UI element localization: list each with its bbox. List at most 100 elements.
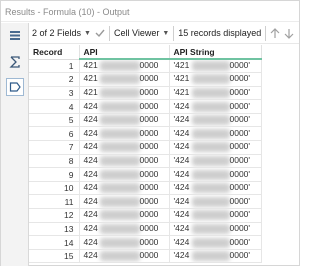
chevron-down-icon: ▼ (84, 29, 91, 37)
value-prefix: 424 (83, 154, 98, 165)
value-suffix: 0000' (229, 168, 251, 179)
record-cell[interactable]: 8 (29, 154, 80, 169)
api-string-cell[interactable]: '424 0000' (169, 140, 262, 155)
column-header-api[interactable]: API (79, 45, 170, 60)
cell-content: '424 0000' (174, 169, 257, 181)
cell-content: '421 0000' (174, 87, 257, 99)
value-prefix: '421 (173, 73, 190, 84)
value-prefix: 424 (83, 114, 98, 125)
record-cell[interactable]: 11 (29, 194, 80, 210)
api-cell[interactable]: 424 0000 (79, 126, 170, 142)
api-cell[interactable]: 421 0000 (79, 72, 170, 87)
api-string-cell[interactable]: '424 0000' (169, 99, 262, 114)
tag-shape-icon[interactable] (6, 78, 24, 96)
api-cell[interactable]: 424 0000 (79, 154, 170, 169)
value-prefix: '424 (173, 114, 190, 125)
api-cell[interactable]: 424 0000 (79, 167, 170, 182)
api-cell[interactable]: 424 0000 (79, 140, 170, 155)
api-string-cell[interactable]: '421 0000' (169, 72, 262, 87)
value-prefix: '424 (173, 236, 190, 247)
api-string-cell[interactable]: '421 0000' (169, 86, 262, 101)
checkmark-icon (95, 29, 105, 38)
api-cell[interactable]: 424 0000 (79, 181, 170, 196)
value-prefix: '424 (173, 127, 190, 138)
table-row[interactable]: 13 424 0000 '424 0000' (29, 222, 262, 237)
value-suffix: 0000' (229, 222, 251, 233)
redacted-blur (191, 237, 230, 248)
scroll-up-button[interactable] (270, 27, 280, 39)
value-suffix: 0000 (139, 127, 159, 138)
apply-check-button[interactable] (95, 28, 105, 38)
api-string-cell[interactable]: '424 0000' (169, 194, 262, 210)
record-cell[interactable]: 2 (29, 72, 80, 87)
record-cell[interactable]: 13 (29, 222, 80, 237)
record-cell[interactable]: 7 (29, 140, 80, 155)
value-suffix: 0000 (139, 100, 159, 111)
api-string-cell[interactable]: '424 0000' (169, 208, 262, 223)
value-suffix: 0000' (229, 209, 251, 220)
cell-content: 421 0000 (84, 60, 165, 72)
api-string-cell[interactable]: '424 0000' (169, 154, 262, 169)
api-cell[interactable]: 421 0000 (79, 86, 170, 101)
record-cell[interactable]: 3 (29, 86, 80, 101)
record-cell[interactable]: 4 (29, 99, 80, 114)
table-row[interactable]: 8 424 0000 '424 0000' (29, 154, 262, 169)
table-row[interactable]: 9 424 0000 '424 0000' (29, 167, 262, 182)
record-cell[interactable]: 5 (29, 113, 80, 128)
api-cell[interactable]: 424 0000 (79, 222, 170, 237)
api-string-cell[interactable]: '424 0000' (169, 126, 262, 142)
api-string-cell[interactable]: '424 0000' (169, 235, 262, 250)
table-view-icon[interactable] (6, 27, 24, 45)
redacted-blur (99, 169, 140, 180)
table-row[interactable]: 2 421 0000 '421 0000' (29, 72, 262, 87)
table-row[interactable]: 7 424 0000 '424 0000' (29, 140, 262, 155)
fields-dropdown[interactable]: 2 of 2 Fields ▼ (32, 28, 91, 38)
table-row[interactable]: 6 424 0000 '424 0000' (29, 126, 262, 142)
cell-content: 424 0000 (84, 223, 165, 235)
formula-sigma-icon[interactable] (6, 53, 24, 71)
table-row[interactable]: 11 424 0000 '424 0000' (29, 194, 262, 210)
record-cell[interactable]: 1 (29, 59, 80, 74)
scroll-down-button[interactable] (284, 28, 294, 39)
api-cell[interactable]: 424 0000 (79, 194, 170, 210)
record-cell[interactable]: 9 (29, 167, 80, 182)
column-header-api-string[interactable]: API String (169, 45, 262, 60)
api-cell[interactable]: 424 0000 (79, 249, 170, 264)
table-row[interactable]: 1 421 0000 '421 0000' (29, 59, 262, 74)
table-row[interactable]: 5 424 0000 '424 0000' (29, 113, 262, 128)
record-cell[interactable]: 12 (29, 208, 80, 223)
value-suffix: 0000 (139, 73, 159, 84)
value-suffix: 0000 (139, 195, 159, 206)
record-cell[interactable]: 10 (29, 181, 80, 196)
record-cell[interactable]: 6 (29, 126, 80, 142)
api-cell[interactable]: 424 0000 (79, 113, 170, 128)
record-cell[interactable]: 14 (29, 235, 80, 250)
value-suffix: 0000' (229, 250, 251, 261)
record-cell[interactable]: 15 (29, 249, 80, 264)
arrow-up-icon (270, 27, 280, 38)
value-prefix: '424 (173, 195, 190, 206)
api-cell[interactable]: 421 0000 (79, 59, 170, 74)
api-string-cell[interactable]: '424 0000' (169, 249, 262, 264)
api-string-cell[interactable]: '424 0000' (169, 167, 262, 182)
table-row[interactable]: 10 424 0000 '424 0000' (29, 181, 262, 196)
table-row[interactable]: 15 424 0000 '424 0000' (29, 249, 262, 264)
api-string-cell[interactable]: '424 0000' (169, 222, 262, 237)
value-suffix: 0000' (229, 141, 251, 152)
table-row[interactable]: 4 424 0000 '424 0000' (29, 99, 262, 114)
column-header-record[interactable]: Record (29, 45, 80, 60)
results-grid[interactable]: Record API API String 1 421 0000'421 0000' 2… (29, 45, 299, 266)
api-cell[interactable]: 424 0000 (79, 235, 170, 250)
redacted-blur (191, 223, 230, 234)
table-row[interactable]: 12 424 0000 '424 0000' (29, 208, 262, 223)
table-row[interactable]: 14 424 0000 '424 0000' (29, 235, 262, 250)
cell-viewer-dropdown[interactable]: Cell Viewer ▼ (114, 28, 169, 38)
value-prefix: '421 (173, 60, 190, 71)
api-cell[interactable]: 424 0000 (79, 99, 170, 114)
api-cell[interactable]: 424 0000 (79, 208, 170, 223)
api-string-cell[interactable]: '421 0000' (169, 59, 262, 74)
api-string-cell[interactable]: '424 0000' (169, 113, 262, 128)
value-prefix: 424 (83, 209, 98, 220)
table-row[interactable]: 3 421 0000 '421 0000' (29, 86, 262, 101)
api-string-cell[interactable]: '424 0000' (169, 181, 262, 196)
